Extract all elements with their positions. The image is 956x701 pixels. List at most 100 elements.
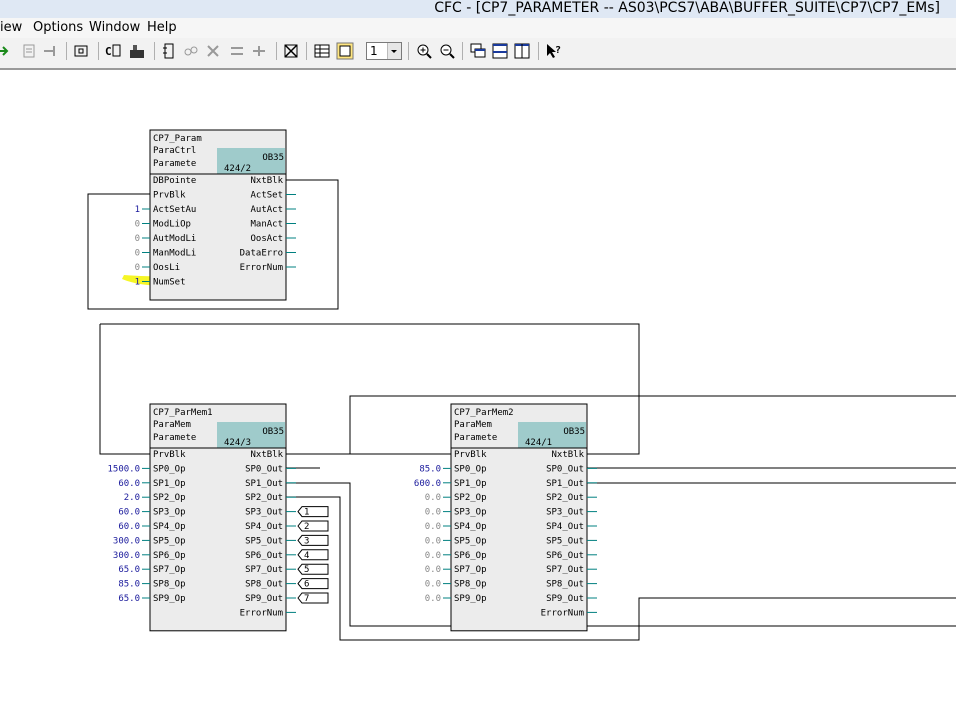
sheet-ref-connector[interactable] [297, 563, 329, 575]
input-value: 0 [135, 263, 140, 273]
input-pin-label: SP5_Op [454, 536, 487, 546]
block-print-icon[interactable] [20, 42, 38, 60]
menu-window[interactable]: Window [89, 20, 140, 35]
menu-view[interactable]: iew [0, 20, 22, 35]
input-pin-label: SP4_Op [454, 522, 487, 532]
block-name: CP7_Param [153, 134, 202, 144]
input-value: 0 [135, 249, 140, 259]
input-value: 1 [135, 205, 140, 215]
output-pin-label: SP1_Out [245, 479, 283, 489]
new-sheet-icon[interactable] [72, 42, 90, 60]
input-value: 0.0 [425, 493, 441, 503]
insert-block-icon[interactable] [160, 42, 178, 60]
toolbar-separator [276, 42, 277, 60]
menu-help[interactable]: Help [147, 20, 177, 35]
split-icon[interactable] [228, 42, 246, 60]
connect-icon[interactable] [42, 42, 60, 60]
output-pin-label: SP7_Out [546, 565, 584, 575]
input-pin-label: PrvBlk [153, 191, 186, 201]
sheet-ref-connector[interactable] [297, 549, 329, 561]
output-pin-label: SP2_Out [245, 493, 283, 503]
delete-icon[interactable] [204, 42, 222, 60]
sheet-ref-connector[interactable] [297, 520, 329, 532]
output-pin-label: ErrorNum [541, 608, 584, 618]
input-pin-label: SP8_Op [153, 580, 186, 590]
help-icon[interactable]: ? [544, 42, 562, 60]
output-pin-label: NxtBlk [250, 450, 283, 460]
input-pin-label: NumSet [153, 278, 186, 288]
input-value: 85.0 [118, 580, 140, 590]
output-pin-label: NxtBlk [551, 450, 584, 460]
tile-vertical-icon[interactable] [513, 42, 531, 60]
table-view-icon[interactable] [313, 42, 331, 60]
input-pin-label: SP3_Op [153, 508, 186, 518]
input-pin-label: SP6_Op [153, 551, 186, 561]
interconnect-icon[interactable] [182, 42, 200, 60]
output-pin-label: SP7_Out [245, 565, 283, 575]
sheet-ref-connector[interactable] [297, 578, 329, 590]
output-pin-label: SP2_Out [546, 493, 584, 503]
overview-icon[interactable] [282, 42, 300, 60]
input-pin-label: SP2_Op [153, 493, 186, 503]
block-task: OB35 [262, 153, 284, 163]
chart-canvas[interactable]: CP7_Param ParaCtrl Paramete OB35 424/2 DBPoin… [0, 70, 956, 697]
output-pin-label: SP6_Out [546, 551, 584, 561]
input-pin-label: PrvBlk [153, 450, 186, 460]
input-pin-label: ManModLi [153, 249, 196, 259]
input-value: 0.0 [425, 565, 441, 575]
input-value: 1500.0 [107, 464, 140, 474]
sheet-ref-connector[interactable] [297, 534, 329, 546]
input-value: 0 [135, 234, 140, 244]
chart-icon[interactable] [128, 42, 146, 60]
cfc-diagram[interactable]: CP7_Param ParaCtrl Paramete OB35 424/2 DBPoin… [0, 70, 956, 697]
run-icon[interactable] [0, 42, 12, 60]
input-pin-label: SP0_Op [454, 464, 487, 474]
cfc-block-mem1[interactable]: CP7_ParMem1 ParaMem Paramete OB35 424/3 PrvBl… [107, 403, 329, 632]
input-pin-label: SP6_Op [454, 551, 487, 561]
input-value: 0.0 [425, 594, 441, 604]
input-value: 85.0 [419, 464, 441, 474]
output-pin-label: ErrorNum [240, 263, 283, 273]
cascade-icon[interactable] [469, 42, 487, 60]
input-pin-label: SP8_Op [454, 580, 487, 590]
zoom-select[interactable]: 1 [366, 42, 402, 60]
sheet-view-icon[interactable] [336, 42, 354, 60]
menu-bar: iew Options Window Help [0, 18, 956, 38]
input-value: 0.0 [425, 551, 441, 561]
tile-horizontal-icon[interactable] [491, 42, 509, 60]
input-value: 60.0 [118, 508, 140, 518]
input-pin-label: AutModLi [153, 234, 196, 244]
sheet-ref-label: 3 [304, 536, 309, 546]
block-sequence: 424/2 [224, 164, 251, 174]
input-pin-label: SP7_Op [454, 565, 487, 575]
block-comment: Paramete [153, 159, 196, 169]
zoom-in-icon[interactable] [415, 42, 433, 60]
sheet-ref-connector[interactable] [297, 592, 329, 604]
cfc-block-mem2[interactable]: CP7_ParMem2 ParaMem Paramete OB35 424/1 PrvBl… [414, 403, 597, 632]
compile-icon[interactable]: C [104, 42, 122, 60]
sheet-ref-label: 2 [304, 522, 309, 532]
input-pin-label: SP5_Op [153, 536, 186, 546]
input-pin-label: SP4_Op [153, 522, 186, 532]
cfc-block-param[interactable]: CP7_Param ParaCtrl Paramete OB35 424/2 DBPoin… [135, 129, 296, 301]
input-value: 0 [135, 220, 140, 230]
join-icon[interactable] [250, 42, 268, 60]
block-type: ParaCtrl [153, 146, 196, 156]
input-pin-label: SP1_Op [153, 479, 186, 489]
output-pin-label: OosAct [250, 234, 283, 244]
block-task: OB35 [563, 427, 585, 437]
sheet-ref-connector[interactable] [297, 506, 329, 518]
input-pin-label: SP3_Op [454, 508, 487, 518]
sheet-ref-label: 1 [304, 508, 309, 518]
zoom-out-icon[interactable] [438, 42, 456, 60]
menu-options[interactable]: Options [33, 20, 83, 35]
block-comment: Paramete [153, 433, 196, 443]
output-pin-label: ManAct [250, 220, 283, 230]
input-value: 65.0 [118, 565, 140, 575]
svg-text:C: C [105, 45, 112, 58]
sheet-ref-label: 6 [304, 580, 309, 590]
sheet-ref-label: 4 [304, 551, 309, 561]
block-name: CP7_ParMem2 [454, 408, 514, 418]
input-pin-label: ModLiOp [153, 220, 191, 230]
output-pin-label: SP3_Out [245, 508, 283, 518]
